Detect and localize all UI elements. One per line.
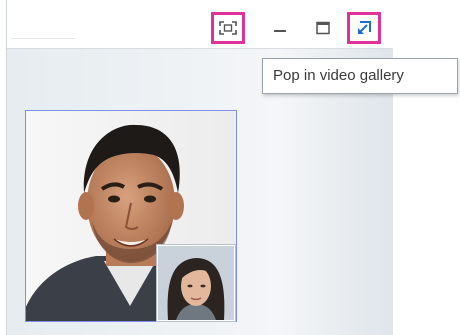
pop-in-tooltip: Pop in video gallery [262,58,458,94]
title-divider [11,38,75,39]
pop-in-video-gallery-button[interactable] [347,12,381,44]
tooltip-text: Pop in video gallery [273,67,404,84]
minimize-icon [274,30,286,32]
minimize-button[interactable] [263,12,297,44]
maximize-button[interactable] [306,12,340,44]
fullscreen-icon [219,21,237,35]
person-portrait-self [158,246,234,320]
full-screen-button[interactable] [211,12,245,44]
conversation-window [6,0,393,335]
pop-in-icon [358,21,371,34]
title-bar [7,0,393,48]
maximize-icon [316,21,330,35]
self-view-video-tile[interactable] [156,244,236,322]
